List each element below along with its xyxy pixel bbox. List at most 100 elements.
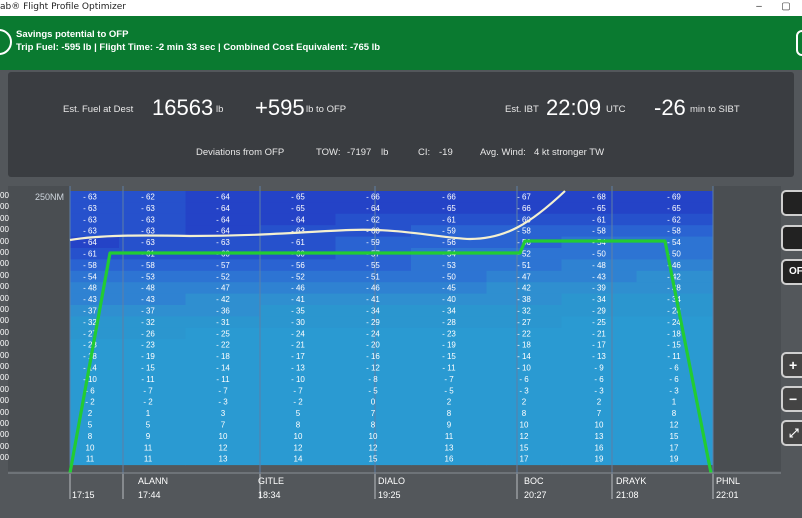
cell-value: - 15 <box>442 352 456 361</box>
cell-value: - 63 <box>141 204 155 213</box>
cell-value: - 64 <box>216 204 230 213</box>
waypoint-time: 21:08 <box>616 490 639 500</box>
maximize-button[interactable]: ▢ <box>779 1 793 14</box>
cell-value: - 10 <box>517 364 531 373</box>
cell-value: - 64 <box>216 193 230 202</box>
cell-value: 11 <box>86 455 95 464</box>
cell-value: - 19 <box>442 341 456 350</box>
cell-value: - 65 <box>442 204 456 213</box>
ofp-button[interactable]: OF <box>781 259 802 285</box>
cell-value: - 58 <box>592 227 606 236</box>
y-tick-label: 00 <box>0 202 9 212</box>
cell-value: - 28 <box>442 318 456 327</box>
cell-value: - 3 <box>519 386 529 395</box>
cell-value: 5 <box>88 421 93 430</box>
flight-profile-chart: 00 00 00 00 00 00 00 00 00 00 00 00 00 00 00 00 00 00 00 00… <box>0 186 802 513</box>
cell-value: - 8 <box>368 375 378 384</box>
ibt-unit: UTC <box>606 104 626 115</box>
heatmap-cell <box>70 453 120 466</box>
cell-value: - 62 <box>366 215 380 224</box>
cell-value: - 24 <box>366 329 380 338</box>
cell-value: 14 <box>294 455 303 464</box>
cell-value: - 63 <box>141 215 155 224</box>
cell-value: 2 <box>447 398 452 407</box>
wind-value: 4 kt stronger TW <box>534 147 605 158</box>
cell-value: 2 <box>88 409 93 418</box>
cell-value: - 18 <box>216 352 230 361</box>
fuel-label: Est. Fuel at Dest <box>63 104 134 115</box>
cell-value: 12 <box>670 421 679 430</box>
y-tick-label: 00 <box>0 316 9 326</box>
heatmap-cell <box>70 441 120 454</box>
profile-heatmap[interactable]: - 63- 63- 63- 63- 64- 61- 58- 54- 48- 43… <box>0 186 802 513</box>
waypoint-name: GITLE <box>258 476 285 486</box>
waypoint-name: DRAYK <box>616 476 647 486</box>
cell-value: - 64 <box>83 238 97 247</box>
cell-value: - 61 <box>442 215 456 224</box>
summary-panel: Est. Fuel at Dest 16563 lb +595 lb to OF… <box>8 72 794 177</box>
cell-value: - 3 <box>669 386 679 395</box>
ibt-value: 22:09 <box>546 95 602 120</box>
cell-value: - 46 <box>366 284 380 293</box>
cell-value: - 58 <box>517 227 531 236</box>
cell-value: - 47 <box>216 284 230 293</box>
left-margin <box>8 186 70 471</box>
cell-value: 7 <box>221 421 226 430</box>
cell-value: - 69 <box>667 193 681 202</box>
tow-unit: lb <box>381 147 389 158</box>
cell-value: 15 <box>520 443 529 452</box>
cell-value: - 68 <box>592 193 606 202</box>
cell-value: - 60 <box>366 227 380 236</box>
cell-value: - 34 <box>667 295 681 304</box>
deviations-label: Deviations from OFP <box>196 147 285 158</box>
cell-value: - 66 <box>517 204 531 213</box>
y-tick-label: 00 <box>0 282 9 292</box>
banner-summary: Trip Fuel: -595 lb | Flight Time: -2 min… <box>16 42 381 53</box>
cell-value: - 65 <box>592 204 606 213</box>
minimize-button[interactable]: – <box>752 1 766 14</box>
cell-value: - 22 <box>216 341 230 350</box>
temperature-icon-button[interactable] <box>781 225 802 251</box>
cell-value: - 56 <box>291 261 305 270</box>
cell-value: 9 <box>146 432 151 441</box>
cell-value: - 15 <box>141 364 155 373</box>
map-view-button[interactable] <box>781 190 802 216</box>
cell-value: - 13 <box>291 364 305 373</box>
cell-value: - 65 <box>291 204 305 213</box>
cell-value: - 38 <box>517 295 531 304</box>
y-tick-label: 00 <box>0 384 9 394</box>
cell-value: 19 <box>670 455 679 464</box>
fit-view-button[interactable]: ⤢ <box>781 420 802 446</box>
y-tick-label: 00 <box>0 293 9 303</box>
cell-value: - 63 <box>83 227 97 236</box>
cell-value: - 67 <box>517 193 531 202</box>
heatmap-cell <box>119 441 186 454</box>
cell-value: - 50 <box>592 250 606 259</box>
waypoint-name: ALANN <box>138 476 169 486</box>
cell-value: - 37 <box>141 307 155 316</box>
cell-value: - 53 <box>442 261 456 270</box>
cell-value: - 10 <box>291 375 305 384</box>
cell-value: - 50 <box>442 272 456 281</box>
tow-value: -7197 <box>347 147 372 158</box>
heatmap-cell <box>70 396 120 409</box>
zoom-out-button[interactable]: − <box>781 386 802 412</box>
cell-value: - 35 <box>291 307 305 316</box>
cell-value: 8 <box>522 409 527 418</box>
cell-value: 13 <box>595 432 604 441</box>
cell-value: - 24 <box>291 329 305 338</box>
cell-value: - 18 <box>667 329 681 338</box>
y-tick-label: 00 <box>0 441 9 451</box>
zoom-in-button[interactable]: + <box>781 352 802 378</box>
banner-toggle-button[interactable] <box>796 30 802 56</box>
fuel-value: 16563 <box>152 95 214 120</box>
cell-value: - 66 <box>442 193 456 202</box>
cell-value: - 31 <box>216 318 230 327</box>
cell-value: - 51 <box>517 261 531 270</box>
cell-value: 12 <box>369 443 378 452</box>
cell-value: - 64 <box>291 215 305 224</box>
heatmap-cell <box>119 407 186 420</box>
cell-value: - 11 <box>216 375 230 384</box>
y-tick-label: 00 <box>0 373 9 383</box>
cell-value: - 23 <box>141 341 155 350</box>
